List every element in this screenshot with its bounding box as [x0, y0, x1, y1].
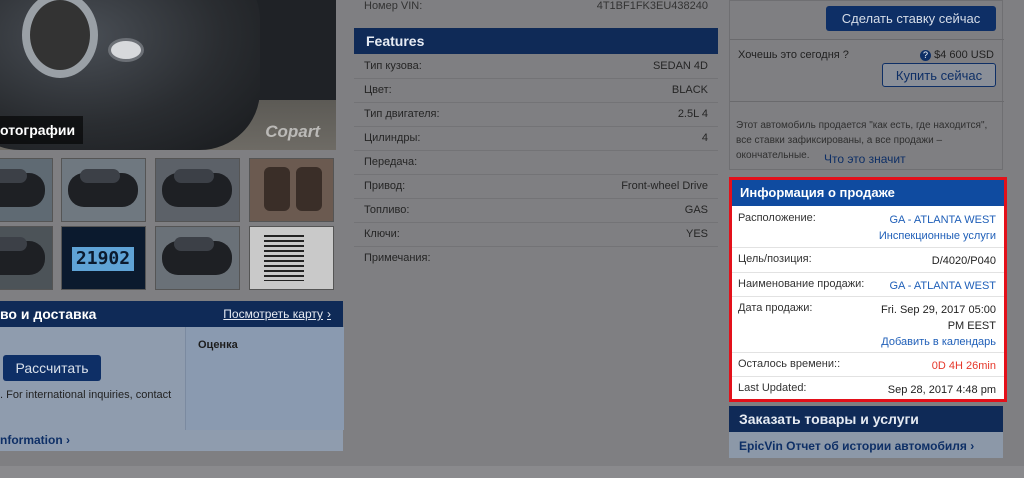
lane-value: D/4020/P040: [931, 255, 996, 267]
inspection-services-link[interactable]: Инспекционные услуги: [879, 228, 996, 244]
sale-info-title: Информация о продаже: [732, 180, 1004, 206]
international-note: . For international inquiries, contact: [0, 389, 172, 401]
want-today-label: Хочешь это сегодня ?: [738, 49, 849, 61]
vin-label: Номер VIN:: [364, 0, 423, 12]
feature-value: 2.5L 4: [677, 108, 708, 120]
feature-label: Передача:: [364, 156, 418, 168]
feature-value: Front-wheel Drive: [621, 180, 708, 192]
photos-label[interactable]: отографии: [0, 116, 84, 144]
view-map-link[interactable]: Посмотреть карту ›: [223, 307, 331, 321]
feature-row-cylinders: Цилиндры: 4: [354, 126, 718, 151]
thumbnail[interactable]: [0, 158, 53, 222]
divider: [730, 101, 1004, 102]
thumbnail[interactable]: [0, 226, 53, 290]
feature-label: Ключи:: [364, 228, 400, 240]
feature-label: Тип двигателя:: [364, 108, 440, 120]
feature-row-notes: Примечания:: [354, 246, 718, 270]
price-value: $4 600 USD: [934, 49, 994, 61]
feature-value: BLACK: [671, 84, 708, 96]
what-it-means-link[interactable]: Что это значит: [824, 152, 906, 166]
sale-name-link[interactable]: GA - ATLANTA WEST: [889, 278, 996, 294]
chevron-right-icon: ›: [327, 307, 331, 321]
feature-row-body-type: Тип кузова: SEDAN 4D: [354, 54, 718, 79]
photo-thumbnails: 21902: [0, 158, 336, 292]
epicvin-report-label: EpicVin Отчет об истории автомобиля: [739, 439, 967, 453]
feature-label: Привод:: [364, 180, 406, 192]
shipping-header: во и доставка Посмотреть карту ›: [0, 301, 343, 327]
epicvin-report-link[interactable]: EpicVin Отчет об истории автомобиля ›: [739, 439, 974, 453]
photo-fog-light: [108, 38, 144, 62]
location-link[interactable]: GA - ATLANTA WEST: [879, 212, 996, 228]
bid-now-button[interactable]: Сделать ставку сейчас: [826, 6, 996, 31]
feature-value: GAS: [684, 204, 708, 216]
estimate-label: Оценка: [198, 339, 238, 351]
question-circle-icon[interactable]: ?: [920, 50, 932, 61]
copart-watermark: Copart: [265, 122, 320, 141]
sale-date-timezone: PM EEST: [947, 320, 996, 332]
calculate-button[interactable]: Рассчитать: [3, 355, 101, 381]
footer-strip: [0, 466, 1024, 478]
shipping-title: во и доставка: [0, 306, 97, 322]
shipping-info-label: nformation: [0, 433, 63, 447]
feature-value: SEDAN 4D: [652, 60, 708, 72]
last-updated-label: Last Updated:: [738, 382, 807, 394]
sale-row-date: Дата продажи: Fri. Sep 29, 2017 05:00 PM…: [732, 296, 1004, 353]
sale-date-label: Дата продажи:: [738, 302, 813, 314]
buy-now-price: ? $4 600 USD: [920, 49, 994, 61]
feature-label: Примечания:: [364, 252, 431, 264]
thumbnail[interactable]: [155, 226, 240, 290]
feature-row-drive: Привод: Front-wheel Drive: [354, 174, 718, 199]
feature-row-keys: Ключи: YES: [354, 222, 718, 247]
chevron-right-icon: ›: [66, 433, 71, 447]
last-updated-value: Sep 28, 2017 4:48 pm: [887, 384, 996, 396]
feature-row-engine: Тип двигателя: 2.5L 4: [354, 102, 718, 127]
chevron-right-icon: ›: [970, 439, 975, 453]
sale-info-panel: Информация о продаже Расположение: GA - …: [729, 177, 1007, 402]
sale-date-value: Fri. Sep 29, 2017 05:00: [881, 304, 996, 316]
thumbnail-odometer[interactable]: 21902: [61, 226, 146, 290]
shipping-panel: во и доставка Посмотреть карту › Рассчита…: [0, 301, 344, 451]
estimate-panel: Оценка: [185, 327, 344, 430]
feature-value: 4: [701, 132, 708, 144]
location-label: Расположение:: [738, 212, 816, 224]
feature-row-color: Цвет: BLACK: [354, 78, 718, 103]
main-vehicle-photo[interactable]: отографии Copart: [0, 0, 336, 150]
vin-value: 4T1BF1FK3EU438240: [596, 0, 708, 12]
sale-row-time-left: Осталось времени:: 0D 4H 26min: [732, 352, 1004, 377]
lane-label: Цель/позиция:: [738, 253, 812, 265]
thumbnail[interactable]: [61, 158, 146, 222]
order-services-title: Заказать товары и услуги: [729, 406, 1003, 432]
feature-row-fuel: Топливо: GAS: [354, 198, 718, 223]
shipping-info-link[interactable]: nformation ›: [0, 433, 70, 447]
vin-row: Номер VIN: 4T1BF1FK3EU438240: [354, 0, 718, 16]
sale-row-location: Расположение: GA - ATLANTA WEST Инспекци…: [732, 206, 1004, 248]
thumbnail-window-sticker[interactable]: [249, 226, 334, 290]
feature-label: Тип кузова:: [364, 60, 422, 72]
buy-now-button[interactable]: Купить сейчас: [882, 63, 996, 87]
sale-row-updated: Last Updated: Sep 28, 2017 4:48 pm: [732, 376, 1004, 399]
feature-label: Цилиндры:: [364, 132, 421, 144]
sale-name-label: Наименование продажи:: [738, 278, 865, 290]
feature-value: YES: [685, 228, 708, 240]
bid-panel: Сделать ставку сейчас Хочешь это сегодня…: [729, 0, 1004, 170]
thumbnail[interactable]: [249, 158, 334, 222]
view-map-label: Посмотреть карту: [223, 307, 323, 321]
feature-row-transmission: Передача:: [354, 150, 718, 175]
features-title: Features: [354, 28, 718, 54]
feature-label: Топливо:: [364, 204, 410, 216]
thumbnail[interactable]: [155, 158, 240, 222]
features-panel: Features Тип кузова: SEDAN 4D Цвет: BLACK …: [354, 28, 718, 275]
sale-row-lane: Цель/позиция: D/4020/P040: [732, 247, 1004, 273]
odometer-reading: 21902: [72, 247, 134, 271]
divider: [730, 39, 1004, 40]
add-to-calendar-link[interactable]: Добавить в календарь: [881, 334, 996, 350]
order-services-panel: Заказать товары и услуги EpicVin Отчет о…: [729, 406, 1003, 458]
sale-row-sale-name: Наименование продажи: GA - ATLANTA WEST: [732, 272, 1004, 297]
time-left-label: Осталось времени::: [738, 358, 841, 370]
time-left-value: 0D 4H 26min: [931, 360, 996, 372]
feature-label: Цвет:: [364, 84, 392, 96]
